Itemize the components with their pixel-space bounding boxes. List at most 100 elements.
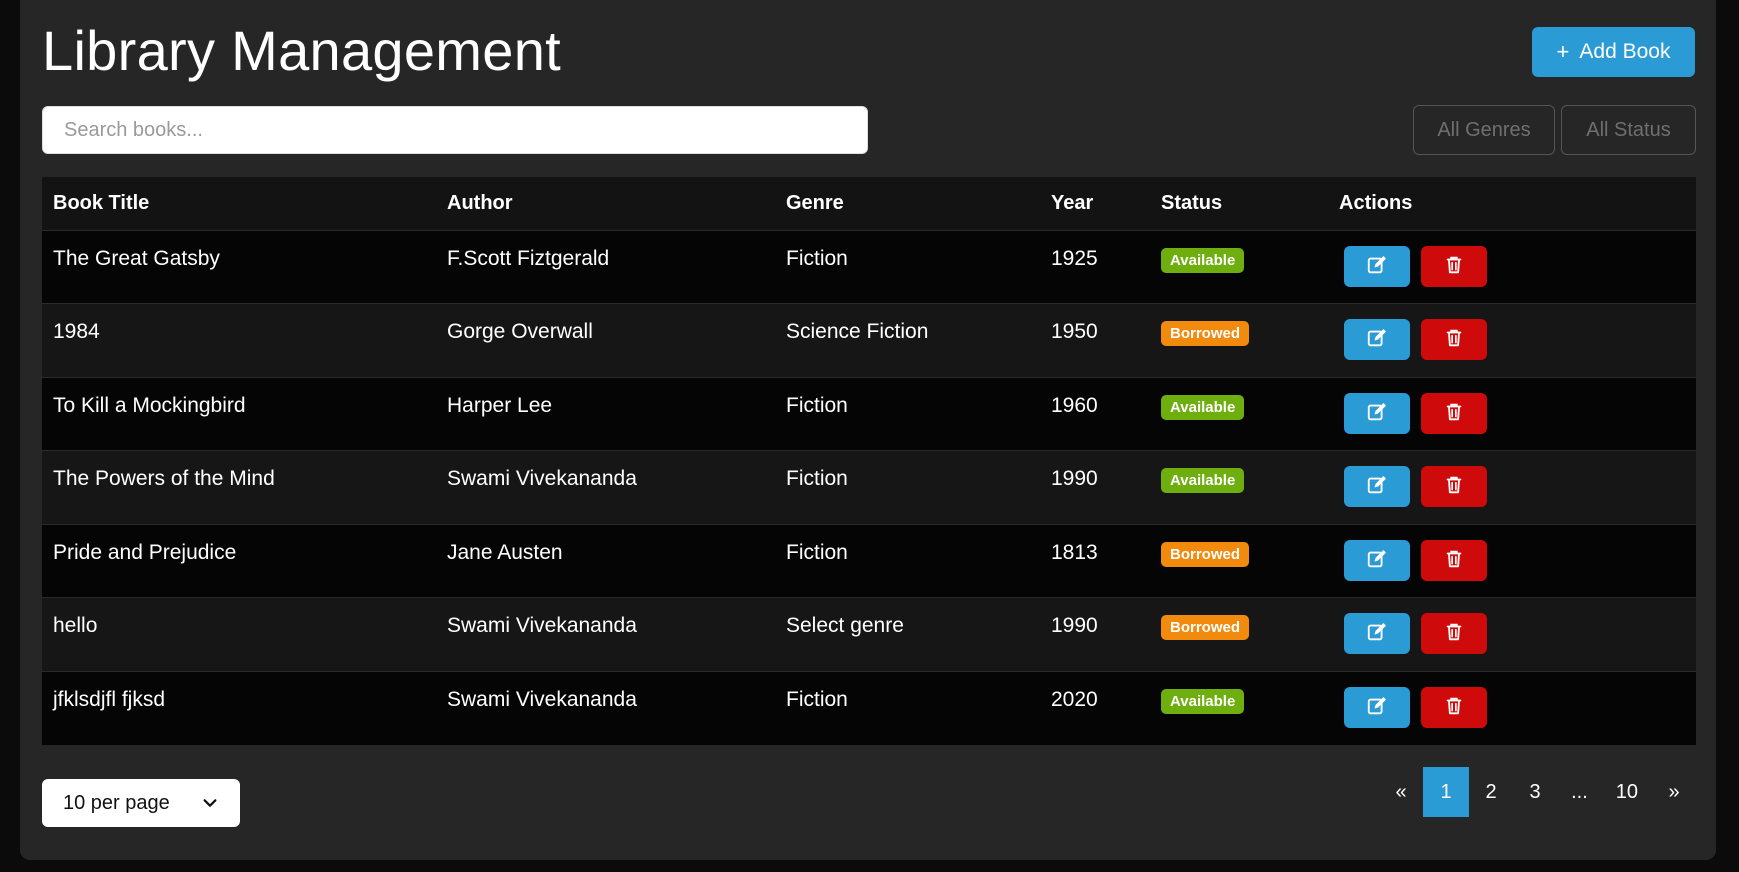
books-table: Book Title Author Genre Year Status Acti… (42, 177, 1696, 745)
table-row: hello Swami Vivekananda Select genre 1990 Bo… (42, 597, 1696, 671)
edit-button[interactable] (1344, 613, 1410, 654)
per-page-label: 10 per page (63, 791, 170, 814)
delete-button[interactable] (1421, 686, 1487, 728)
edit-button[interactable] (1344, 319, 1410, 360)
page-button[interactable]: 1 (1423, 767, 1470, 817)
cell-genre: Fiction (775, 670, 1040, 745)
cell-actions (1328, 303, 1696, 377)
delete-button[interactable] (1421, 466, 1487, 507)
delete-button[interactable] (1421, 245, 1487, 287)
add-book-label: Add Book (1579, 40, 1671, 63)
cell-year: 1925 (1040, 229, 1150, 304)
cell-status: Available (1150, 229, 1328, 304)
status-badge: Available (1161, 394, 1245, 420)
edit-button[interactable] (1344, 466, 1410, 507)
cell-actions (1328, 450, 1696, 524)
cell-status: Borrowed (1150, 303, 1328, 377)
status-badge: Borrowed (1161, 615, 1250, 640)
status-filter[interactable]: All Status (1561, 105, 1696, 155)
trash-icon (1443, 621, 1465, 646)
cell-status: Available (1150, 450, 1328, 524)
status-badge: Available (1161, 247, 1245, 273)
cell-genre: Fiction (775, 450, 1040, 524)
edit-button[interactable] (1344, 539, 1410, 581)
edit-icon (1366, 327, 1388, 352)
trash-icon (1443, 695, 1465, 720)
trash-icon (1443, 401, 1465, 426)
column-header-genre: Genre (775, 177, 1040, 230)
cell-year: 2020 (1040, 670, 1150, 745)
cell-author: Swami Vivekananda (436, 670, 775, 745)
page-button[interactable]: 2 (1469, 767, 1513, 817)
cell-status: Borrowed (1150, 523, 1328, 598)
page-next-button[interactable]: » (1652, 767, 1696, 817)
chevron-down-icon (203, 799, 217, 807)
cell-author: Jane Austen (436, 523, 775, 598)
cell-genre: Science Fiction (775, 303, 1040, 377)
genre-filter[interactable]: All Genres (1413, 105, 1555, 155)
delete-button[interactable] (1421, 539, 1487, 581)
cell-title: 1984 (42, 303, 436, 377)
cell-author: Gorge Overwall (436, 303, 775, 377)
cell-year: 1950 (1040, 303, 1150, 377)
cell-title: The Powers of the Mind (42, 450, 436, 524)
delete-button[interactable] (1421, 613, 1487, 654)
cell-actions (1328, 229, 1696, 304)
cell-author: Swami Vivekananda (436, 450, 775, 524)
cell-actions (1328, 523, 1696, 598)
edit-icon (1366, 254, 1388, 279)
status-badge: Available (1161, 468, 1245, 493)
column-header-author: Author (436, 177, 775, 230)
delete-button[interactable] (1421, 392, 1487, 434)
library-panel: Library Management + Add Book All Genres… (20, 0, 1716, 860)
cell-actions (1328, 670, 1696, 745)
edit-icon (1366, 695, 1388, 720)
column-header-title: Book Title (42, 177, 436, 230)
edit-icon (1366, 474, 1388, 499)
cell-author: F.Scott Fiztgerald (436, 229, 775, 304)
cell-year: 1813 (1040, 523, 1150, 598)
cell-title: To Kill a Mockingbird (42, 376, 436, 451)
table-row: The Great Gatsby F.Scott Fiztgerald Fictio… (42, 229, 1696, 304)
cell-year: 1990 (1040, 450, 1150, 524)
page-button[interactable]: 3 (1513, 767, 1557, 817)
status-badge: Borrowed (1161, 321, 1250, 346)
edit-button[interactable] (1344, 686, 1410, 728)
plus-icon: + (1556, 39, 1570, 64)
trash-icon (1443, 254, 1465, 279)
table-row: 1984 Gorge Overwall Science Fiction 1950 Bor… (42, 303, 1696, 377)
cell-author: Harper Lee (436, 376, 775, 451)
cell-status: Available (1150, 670, 1328, 745)
cell-genre: Select genre (775, 597, 1040, 671)
page-ellipsis: ... (1571, 780, 1588, 803)
cell-title: The Great Gatsby (42, 229, 436, 304)
edit-icon (1366, 621, 1388, 646)
edit-icon (1366, 401, 1388, 426)
column-header-year: Year (1040, 177, 1150, 230)
edit-button[interactable] (1344, 392, 1410, 434)
trash-icon (1443, 327, 1465, 352)
add-book-button[interactable]: + Add Book (1532, 27, 1695, 77)
edit-button[interactable] (1344, 245, 1410, 287)
status-badge: Borrowed (1161, 541, 1250, 567)
cell-actions (1328, 597, 1696, 671)
column-header-actions: Actions (1328, 177, 1696, 230)
page-prev-button[interactable]: « (1379, 767, 1423, 817)
cell-genre: Fiction (775, 376, 1040, 451)
cell-year: 1990 (1040, 597, 1150, 671)
edit-icon (1366, 548, 1388, 573)
cell-genre: Fiction (775, 523, 1040, 598)
per-page-select[interactable]: 10 per page (42, 779, 240, 827)
cell-status: Borrowed (1150, 597, 1328, 671)
cell-status: Available (1150, 376, 1328, 451)
pagination: « 1 2 3... 10 » (1379, 767, 1696, 817)
page-button[interactable]: 10 (1602, 767, 1652, 817)
status-badge: Available (1161, 688, 1245, 714)
cell-title: Pride and Prejudice (42, 523, 436, 598)
delete-button[interactable] (1421, 319, 1487, 360)
cell-genre: Fiction (775, 229, 1040, 304)
cell-title: jfklsdjfl fjksd (42, 670, 436, 745)
search-input[interactable] (42, 106, 868, 154)
cell-title: hello (42, 597, 436, 671)
page-title: Library Management (42, 19, 561, 82)
